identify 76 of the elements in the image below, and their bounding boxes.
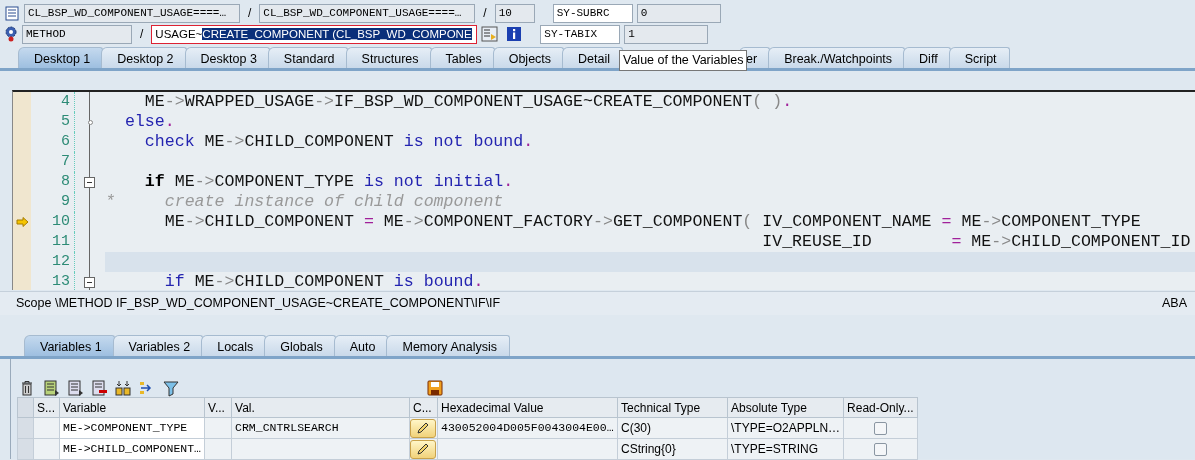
column-header[interactable]: C... — [409, 397, 438, 418]
text-field[interactable]: SY-TABIX — [540, 24, 621, 44]
filter-icon[interactable] — [163, 379, 180, 397]
collapse-icon[interactable] — [84, 276, 95, 288]
line-number: 8 — [31, 172, 75, 192]
tab[interactable]: Script — [948, 47, 1010, 68]
tab[interactable]: Detail — [562, 47, 624, 68]
text-field[interactable]: 10 — [494, 3, 535, 23]
code-line: check ME->CHILD_COMPONENT is not bound. — [143, 132, 535, 152]
tooltip: Value of the Variables — [619, 50, 748, 71]
tab[interactable]: Desktop 2 — [101, 47, 187, 68]
column-header[interactable]: Absolute Type — [727, 397, 844, 418]
gear-icon — [4, 26, 18, 42]
line-number: 11 — [31, 232, 75, 252]
boxes-icon[interactable] — [115, 379, 132, 397]
code-line: else. — [123, 112, 176, 132]
line-number: 7 — [31, 152, 75, 172]
list-icon[interactable] — [67, 379, 84, 397]
column-header[interactable]: V... — [204, 397, 232, 418]
separator: / — [247, 5, 253, 22]
code-line: IV_REUSE_ID = ME->CHILD_COMPONENT_ID — [761, 232, 1192, 252]
display-icon[interactable] — [481, 26, 499, 42]
separator: / — [482, 5, 488, 22]
column-header[interactable]: S... — [33, 397, 60, 418]
code-line: ME->WRAPPED_USAGE->IF_BSP_WD_COMPONENT_USAGE~CREATE_COMPONENT( ). — [143, 92, 794, 112]
column-header[interactable]: Read-Only... — [843, 397, 918, 418]
line-number: 10 — [31, 212, 75, 232]
tab[interactable]: Variables 2 — [112, 335, 204, 356]
separator: / — [139, 26, 145, 43]
list-icon — [4, 5, 20, 21]
line-number: 5 — [31, 112, 75, 132]
pencil-icon — [416, 442, 431, 456]
text-field[interactable]: 1 — [624, 24, 709, 44]
scope-text: Scope \METHOD IF_BSP_WD_COMPONENT_USAGE~CREATE_COMPONENT\IF\IF — [16, 295, 501, 313]
edit-button[interactable] — [410, 418, 437, 438]
editor-mode: ABA — [1162, 295, 1187, 313]
collapse-icon[interactable] — [84, 176, 95, 188]
tab[interactable]: Desktop 1 — [18, 47, 104, 68]
column-header[interactable]: Variable — [59, 397, 205, 418]
info-icon[interactable] — [506, 26, 523, 42]
line-number: 9 — [31, 192, 75, 212]
text-field[interactable]: 0 — [636, 3, 721, 23]
tab[interactable]: Auto — [333, 335, 389, 356]
text-field[interactable]: METHOD — [22, 24, 132, 44]
column-header[interactable]: Hexadecimal Value — [437, 397, 618, 418]
text-field[interactable]: CL_BSP_WD_COMPONENT_USAGE====… — [259, 3, 476, 23]
tab[interactable]: Locals — [201, 335, 267, 356]
line-number: 4 — [31, 92, 75, 112]
tab[interactable]: Memory Analysis — [386, 335, 510, 356]
tab[interactable]: Desktop 3 — [184, 47, 270, 68]
column-header[interactable]: Technical Type — [617, 397, 728, 418]
tab[interactable]: Standard — [267, 47, 348, 68]
checkbox[interactable] — [874, 442, 888, 456]
code-line: ME->CHILD_COMPONENT = ME->COMPONENT_FACTORY->GET_COMPONENT( IV_COMPONENT_NAME = ME->COMPONENT_TYPE — [163, 212, 1142, 232]
input-field[interactable]: USAGE~CREATE_COMPONENT (CL_BSP_WD_COMPONE — [151, 24, 478, 44]
code-line: if ME->CHILD_COMPONENT is bound. — [163, 272, 485, 290]
list-icon[interactable] — [43, 379, 60, 397]
code-line: * create instance of child component — [105, 192, 505, 212]
tab[interactable]: Structures — [345, 47, 432, 68]
tab[interactable]: Variables 1 — [24, 335, 115, 356]
list-remove-icon[interactable] — [91, 379, 108, 397]
edit-button[interactable] — [410, 439, 437, 459]
save-icon[interactable] — [427, 380, 443, 396]
line-number: 12 — [31, 252, 75, 272]
tab[interactable]: Tables — [429, 47, 495, 68]
code-line: if ME->COMPONENT_TYPE is not initial. — [143, 172, 515, 192]
pencil-icon — [416, 421, 431, 435]
tab[interactable]: Diff — [903, 47, 951, 68]
checkbox[interactable] — [874, 421, 888, 435]
tab[interactable]: Break./Watchpoints — [768, 47, 906, 68]
line-number: 6 — [31, 132, 75, 152]
text-field[interactable]: CL_BSP_WD_COMPONENT_USAGE====… — [24, 3, 240, 23]
tab[interactable]: Globals — [264, 335, 336, 356]
column-header[interactable]: Val. — [231, 397, 410, 418]
tab[interactable]: Objects — [492, 47, 565, 68]
text-field[interactable]: SY-SUBRC — [552, 3, 633, 23]
